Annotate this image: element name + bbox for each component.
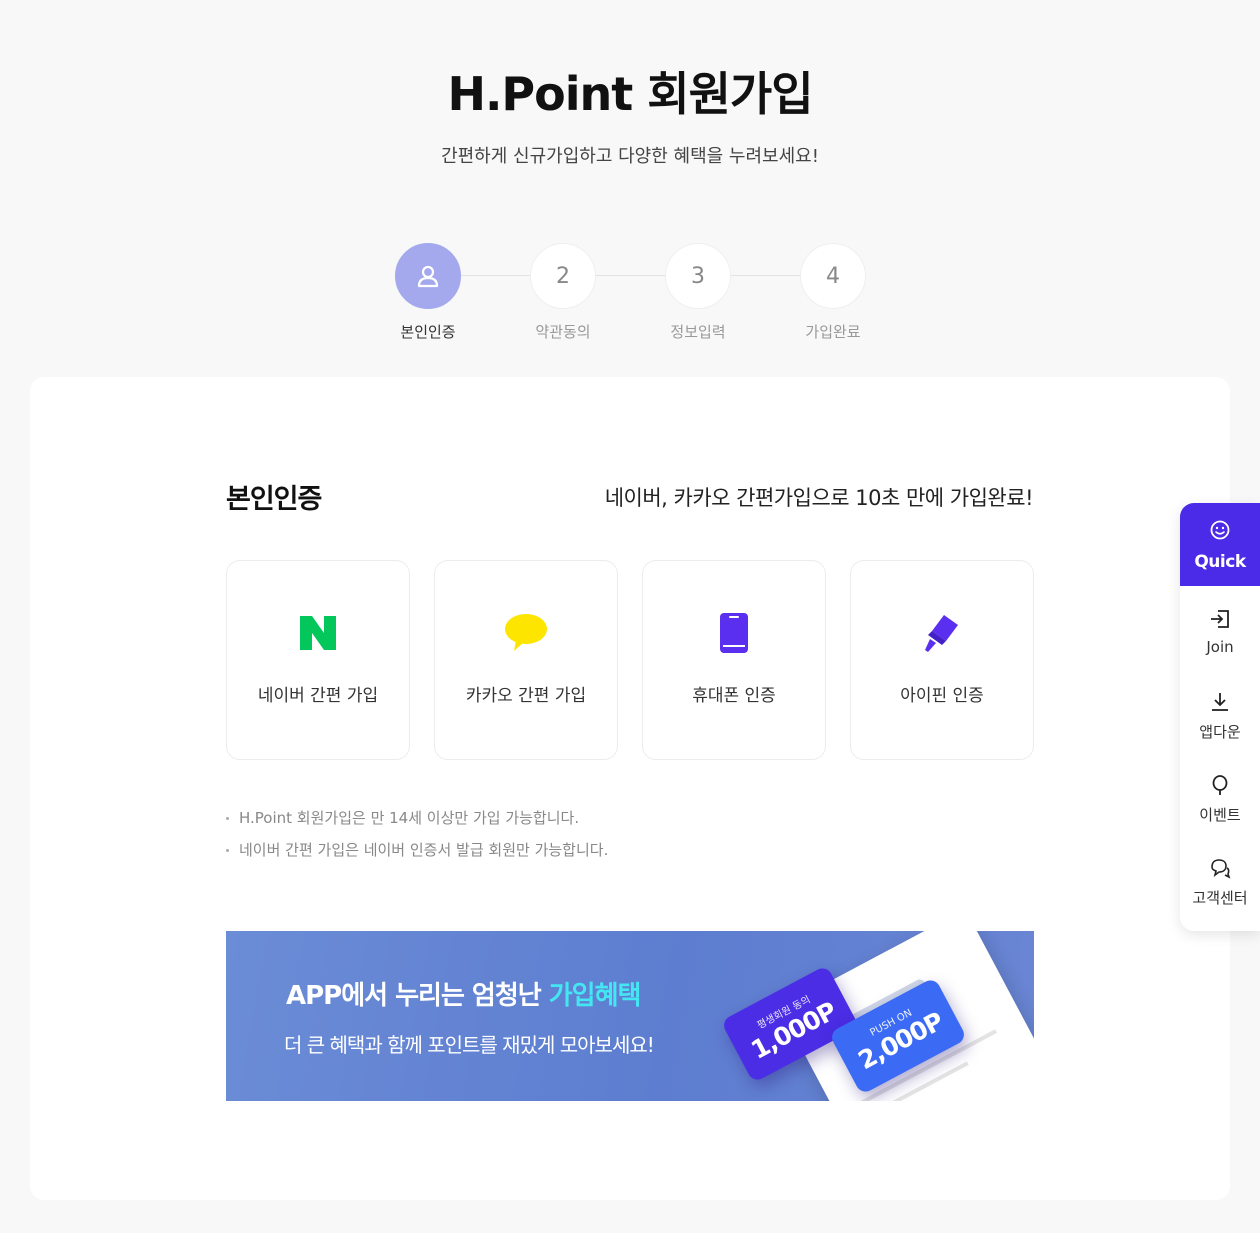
notice-item: H.Point 회원가입은 만 14세 이상만 가입 가능합니다.	[226, 802, 608, 834]
banner-subtext: 더 큰 혜택과 함께 포인트를 재밌게 모아보세요!	[284, 1033, 655, 1057]
banner-headline: APP에서 누리는 엄청난 가입혜택	[286, 975, 642, 1012]
kakao-icon	[505, 614, 547, 651]
step-3-label: 정보입력	[670, 323, 726, 341]
step-2: 2 약관동의	[530, 243, 596, 341]
steps-connector	[427, 275, 832, 276]
quick-join[interactable]: Join	[1180, 608, 1260, 678]
quick-join-label: Join	[1206, 638, 1234, 656]
kakao-signup-label: 카카오 간편 가입	[465, 686, 587, 706]
download-icon	[1212, 693, 1228, 711]
notice-item: 네이버 간편 가입은 네이버 인증서 발급 회원만 가능합니다.	[226, 834, 608, 866]
phone-auth-label: 휴대폰 인증	[692, 686, 776, 706]
ipin-icon	[925, 615, 958, 652]
step-1: 본인인증	[395, 243, 461, 341]
ipin-auth-button[interactable]: 아이핀 인증	[850, 560, 1034, 760]
quick-menu-toggle[interactable]: Quick	[1180, 503, 1260, 586]
smile-icon	[1210, 520, 1230, 540]
step-1-label: 본인인증	[400, 323, 456, 341]
naver-signup-label: 네이버 간편 가입	[257, 686, 379, 706]
quick-app-download-label: 앱다운	[1199, 723, 1241, 741]
app-promo-banner[interactable]: APP에서 누리는 엄청난 가입혜택 더 큰 혜택과 함께 포인트를 재밌게 모…	[226, 931, 1034, 1101]
chat-icon	[1211, 859, 1231, 879]
step-1-circle	[395, 243, 461, 309]
step-2-label: 약관동의	[535, 323, 591, 341]
quick-event[interactable]: 이벤트	[1180, 774, 1260, 844]
quick-menu: Quick Join 앱다운 이벤트 고객센터	[1180, 503, 1260, 931]
login-icon	[1211, 610, 1229, 628]
quick-customer-center[interactable]: 고객센터	[1180, 857, 1260, 927]
auth-options: 네이버 간편 가입 카카오 간편 가입 휴대폰 인증 아이핀 인증	[226, 560, 1034, 760]
naver-signup-button[interactable]: 네이버 간편 가입	[226, 560, 410, 760]
section-promo: 네이버, 카카오 간편가입으로 10초 만에 가입완료!	[604, 486, 1034, 510]
step-3: 3 정보입력	[665, 243, 731, 341]
banner-highlight: 가입혜택	[548, 981, 642, 1011]
quick-event-label: 이벤트	[1199, 806, 1241, 824]
kakao-signup-button[interactable]: 카카오 간편 가입	[434, 560, 618, 760]
step-2-circle: 2	[530, 243, 596, 309]
notice-list: H.Point 회원가입은 만 14세 이상만 가입 가능합니다. 네이버 간편…	[226, 802, 608, 866]
person-icon	[417, 265, 439, 288]
step-4-label: 가입완료	[805, 323, 861, 341]
quick-app-download[interactable]: 앱다운	[1180, 691, 1260, 761]
quick-customer-center-label: 고객센터	[1192, 889, 1248, 907]
section-title: 본인인증	[226, 484, 322, 515]
step-4-circle: 4	[800, 243, 866, 309]
naver-icon	[300, 616, 336, 650]
banner-headline-text: APP에서 누리는 엄청난	[286, 981, 549, 1011]
phone-auth-button[interactable]: 휴대폰 인증	[642, 560, 826, 760]
page-subtitle: 간편하게 신규가입하고 다양한 혜택을 누려보세요!	[441, 146, 819, 167]
step-3-circle: 3	[665, 243, 731, 309]
quick-menu-title: Quick	[1194, 552, 1246, 572]
step-4: 4 가입완료	[800, 243, 866, 341]
ipin-auth-label: 아이핀 인증	[900, 686, 984, 706]
phone-icon	[720, 613, 748, 653]
page-title: H.Point 회원가입	[447, 67, 813, 121]
signup-steps: 본인인증 2 약관동의 3 정보입력 4 가입완료	[395, 243, 866, 353]
balloon-icon	[1212, 775, 1228, 795]
auth-card: 본인인증 네이버, 카카오 간편가입으로 10초 만에 가입완료! 네이버 간편…	[30, 377, 1230, 1200]
